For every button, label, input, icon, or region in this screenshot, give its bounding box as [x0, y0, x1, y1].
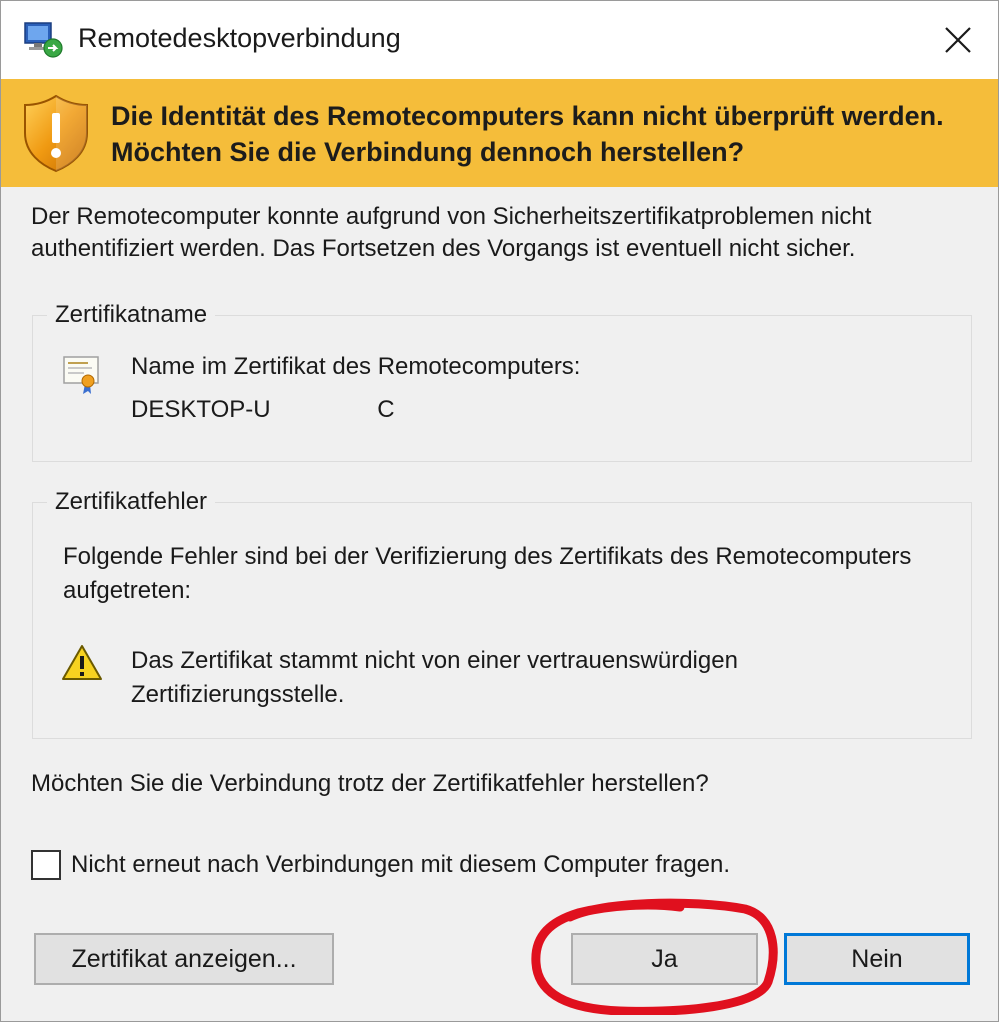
close-button[interactable]	[918, 1, 998, 79]
show-certificate-button[interactable]: Zertifikat anzeigen...	[34, 933, 334, 985]
certificate-name-group-label: Zertifikatname	[47, 300, 216, 330]
certificate-errors-description: Folgende Fehler sind bei der Verifizieru…	[63, 543, 912, 604]
yes-button[interactable]: Ja	[571, 933, 758, 985]
no-button[interactable]: Nein	[784, 933, 970, 985]
certificate-error-item: Das Zertifikat stammt nicht von einer ve…	[131, 647, 738, 708]
dont-ask-again-checkbox-row[interactable]: Nicht erneut nach Verbindungen mit diese…	[31, 850, 730, 880]
certificate-errors-group-label: Zertifikatfehler	[47, 487, 216, 517]
dialog-content: Der Remotecomputer konnte aufgrund von S…	[1, 187, 998, 1021]
warning-banner: Die Identität des Remotecomputers kann n…	[1, 79, 998, 188]
remote-desktop-icon	[24, 22, 63, 58]
remote-desktop-warning-dialog: Remotedesktopverbindung Die Identität de…	[0, 0, 999, 1022]
warning-icon	[62, 645, 102, 680]
confirmation-question: Möchten Sie die Verbindung trotz der Zer…	[31, 770, 709, 797]
certificate-name-value: DESKTOP-U C	[131, 396, 395, 423]
certificate-name-group: Zertifikatname Name im Zertifikat des Re…	[32, 300, 972, 462]
close-icon	[945, 27, 971, 53]
banner-message: Die Identität des Remotecomputers kann n…	[111, 101, 944, 167]
title-bar: Remotedesktopverbindung	[1, 1, 998, 79]
certificate-name-label: Name im Zertifikat des Remotecomputers:	[131, 353, 581, 380]
dont-ask-again-checkbox[interactable]	[31, 850, 61, 880]
dont-ask-again-label[interactable]: Nicht erneut nach Verbindungen mit diese…	[71, 851, 730, 879]
window-title: Remotedesktopverbindung	[78, 23, 401, 53]
certificate-errors-group: Zertifikatfehler Folgende Fehler sind be…	[32, 487, 972, 739]
shield-warning-icon	[24, 94, 88, 173]
intro-text: Der Remotecomputer konnte aufgrund von S…	[31, 203, 872, 262]
certificate-icon	[63, 356, 99, 394]
